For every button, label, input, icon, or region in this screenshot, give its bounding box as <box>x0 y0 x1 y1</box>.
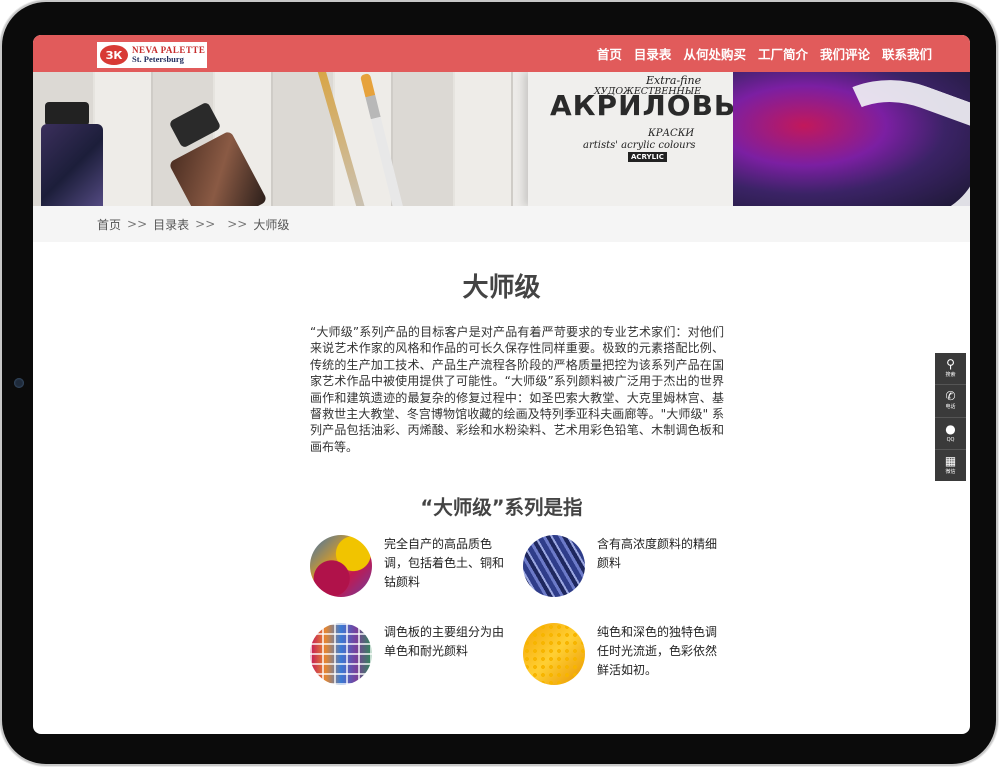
breadcrumb-current: 大师级 <box>253 217 290 232</box>
hero-banner: Extra-fine ХУДОЖЕСТВЕННЫЕ АКРИЛОВЫЕ КРАС… <box>33 72 970 206</box>
side-wechat-label: 微信 <box>945 468 956 475</box>
intro-paragraph: “大师级”系列产品的目标客户是对产品有着严苛要求的专业艺术家们：对他们来说艺术作… <box>310 325 724 454</box>
side-search-button[interactable]: ⚲ 搜索 <box>935 353 966 386</box>
banner-wood-background <box>33 72 513 206</box>
qq-icon: ● <box>945 421 956 436</box>
side-qq-label: QQ <box>946 436 955 443</box>
banner-paint-swirl <box>733 72 970 206</box>
side-phone-label: 电话 <box>945 404 956 411</box>
pure-color-image <box>523 623 585 685</box>
browser-viewport: ЗК NEVA PALETTE St. Petersburg 首页 目录表 从何… <box>33 35 970 734</box>
nav-catalog[interactable]: 目录表 <box>634 44 672 63</box>
header-bar: ЗК NEVA PALETTE St. Petersburg 首页 目录表 从何… <box>33 35 970 72</box>
breadcrumb-home[interactable]: 首页 <box>97 216 121 233</box>
page-title: 大师级 <box>462 273 541 303</box>
breadcrumb-separator: >> <box>227 217 248 231</box>
nav-contact[interactable]: 联系我们 <box>882 44 932 63</box>
paint-tube-icon <box>41 124 103 206</box>
logo-mark: ЗК <box>100 45 128 65</box>
site-logo[interactable]: ЗК NEVA PALETTE St. Petersburg <box>97 42 207 68</box>
banner-line4: artists' acrylic colours <box>583 140 696 151</box>
logo-line2: St. Petersburg <box>132 54 184 64</box>
main-nav: 首页 目录表 从何处购买 工厂简介 我们评论 联系我们 <box>585 35 932 72</box>
feature-item: 调色板的主要组分为由单色和耐光颜料 <box>310 623 506 685</box>
palette-image <box>310 623 372 685</box>
section-subtitle: “大师级”系列是指 <box>420 496 583 519</box>
feature-text: 完全自产的高品质色调，包括着色土、铜和钴颜料 <box>384 537 505 589</box>
nav-reviews[interactable]: 我们评论 <box>820 44 870 63</box>
side-qq-button[interactable]: ● QQ <box>935 418 966 450</box>
side-search-label: 搜索 <box>945 372 956 379</box>
fine-pigment-image <box>523 535 585 597</box>
side-wechat-button[interactable]: ▦ 微信 <box>935 450 966 481</box>
side-phone-button[interactable]: ✆ 电话 <box>935 385 966 418</box>
tablet-frame: ЗК NEVA PALETTE St. Petersburg 首页 目录表 从何… <box>2 2 996 764</box>
feature-text: 含有高浓度颜料的精细颜料 <box>597 537 718 570</box>
breadcrumb-catalog[interactable]: 目录表 <box>153 216 189 233</box>
feature-item: 含有高浓度颜料的精细颜料 <box>523 535 719 597</box>
paint-tube-cap-icon <box>45 102 89 126</box>
banner-line2: АКРИЛОВЫЕ <box>550 89 765 122</box>
breadcrumb-separator: >> <box>127 217 148 231</box>
feature-item: 纯色和深色的独特色调任时光流逝，色彩依然鲜活如初。 <box>523 623 719 685</box>
nav-home[interactable]: 首页 <box>597 44 622 63</box>
breadcrumb: 首页 >> 目录表 >> >> 大师级 <box>33 206 970 242</box>
logo-text: NEVA PALETTE St. Petersburg <box>132 46 205 64</box>
feature-text: 调色板的主要组分为由单色和耐光颜料 <box>384 625 505 658</box>
banner-line3: КРАСКИ <box>648 128 695 139</box>
feature-text: 纯色和深色的独特色调任时光流逝，色彩依然鲜活如初。 <box>597 625 718 677</box>
pigment-powder-image <box>310 535 372 597</box>
search-icon: ⚲ <box>946 357 955 372</box>
side-toolbar: ⚲ 搜索 ✆ 电话 ● QQ ▦ 微信 <box>935 353 966 481</box>
nav-about-factory[interactable]: 工厂简介 <box>758 44 808 63</box>
qrcode-icon: ▦ <box>944 453 957 468</box>
camera-dot <box>14 378 24 388</box>
phone-icon: ✆ <box>945 389 956 404</box>
breadcrumb-separator: >> <box>195 217 216 231</box>
banner-acrylic-tag: ACRYLIC <box>628 152 667 162</box>
feature-item: 完全自产的高品质色调，包括着色土、铜和钴颜料 <box>310 535 506 597</box>
nav-where-to-buy[interactable]: 从何处购买 <box>683 44 746 63</box>
